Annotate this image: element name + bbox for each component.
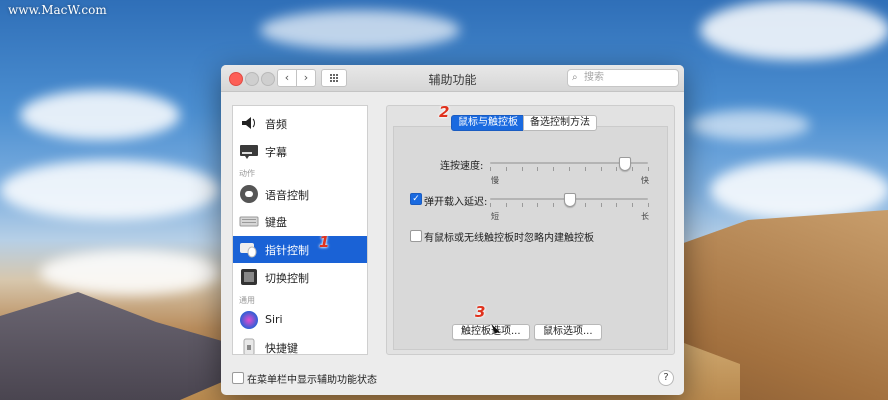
help-button[interactable]: ? [658, 370, 674, 386]
spring-loading-knob[interactable] [564, 193, 576, 207]
slider-tick [632, 203, 634, 207]
accessibility-window: ‹ › 辅助功能 ⌕ 搜索 音频 字幕 动作 语音控制 键盘 指针控制 切换控制… [221, 65, 684, 395]
speaker-icon [242, 117, 255, 129]
sidebar-item-label: 指针控制 [265, 244, 309, 257]
sidebar-item-pointer-control[interactable]: 指针控制 [233, 236, 367, 263]
double-click-speed-knob[interactable] [619, 157, 632, 171]
show-status-label: 在菜单栏中显示辅助功能状态 [247, 375, 377, 386]
sidebar-item-audio[interactable]: 音频 [233, 110, 367, 137]
sidebar-item-keyboard[interactable]: 键盘 [233, 208, 367, 235]
slider-tick [490, 167, 491, 171]
sidebar-item-voice-control[interactable]: 语音控制 [233, 181, 367, 208]
sidebar-item-shortcut[interactable]: 快捷键 [233, 334, 367, 355]
watermark: www.MacW.com [8, 3, 107, 17]
sidebar-item-captions[interactable]: 字幕 [233, 138, 367, 165]
search-field[interactable]: ⌕ 搜索 [567, 69, 679, 87]
sidebar-item-switch-control[interactable]: 切换控制 [233, 264, 367, 291]
short-label: 短 [491, 212, 499, 221]
keyboard-icon [239, 216, 259, 227]
slider-tick [553, 167, 555, 171]
ignore-trackpad-label: 有鼠标或无线触控板时忽略内建触控板 [424, 233, 594, 244]
sidebar-item-label: 快捷键 [265, 342, 298, 355]
siri-icon [240, 311, 258, 329]
checkmark-icon: ✓ [412, 194, 420, 204]
tab-alternate-control[interactable]: 备选控制方法 [523, 115, 597, 131]
shortcut-icon [243, 338, 255, 354]
step-marker-3: 3 [475, 303, 486, 321]
settings-box: 连按速度: 慢 快 ✓ 弹开载入延迟: 短 长 有鼠标或无线触控板时忽略内建触控… [393, 126, 668, 350]
step-marker-1: 1 [319, 233, 330, 251]
sidebar-item-label: 音频 [265, 118, 287, 131]
double-click-speed-label: 连按速度: [440, 161, 484, 172]
voice-control-icon [240, 185, 258, 203]
sidebar-item-label: 切换控制 [265, 272, 309, 285]
sidebar-item-label: Siri [265, 313, 283, 326]
spring-loading-label: 弹开载入延迟: [424, 197, 488, 208]
slider-tick [584, 167, 586, 171]
title-bar: ‹ › 辅助功能 ⌕ 搜索 [221, 65, 684, 92]
section-header-general: 通用 [239, 296, 255, 305]
show-status-checkbox[interactable] [232, 372, 244, 384]
slider-tick [505, 203, 507, 207]
long-label: 长 [641, 212, 649, 221]
sidebar-item-label: 字幕 [265, 146, 287, 159]
search-icon: ⌕ [572, 72, 578, 83]
slider-tick [521, 203, 523, 207]
trackpad-options-button[interactable]: 触控板选项... [452, 324, 530, 340]
slider-tick [632, 167, 634, 171]
slider-tick [648, 167, 649, 171]
slider-tick [616, 167, 618, 171]
slider-tick [600, 203, 602, 207]
search-placeholder: 搜索 [584, 72, 604, 83]
pointer-control-icon [240, 243, 257, 258]
tab-mouse-trackpad[interactable]: 鼠标与触控板 [451, 115, 525, 131]
slider-tick [505, 167, 507, 171]
slider-tick [490, 203, 491, 207]
section-header-motor: 动作 [239, 169, 255, 178]
sidebar-item-siri[interactable]: Siri [233, 307, 367, 334]
captions-icon [240, 145, 258, 159]
ignore-trackpad-checkbox[interactable] [410, 230, 422, 242]
slider-tick [521, 167, 523, 171]
slider-tick [537, 203, 539, 207]
mouse-options-button[interactable]: 鼠标选项... [534, 324, 602, 340]
settings-pane: 连按速度: 慢 快 ✓ 弹开载入延迟: 短 长 有鼠标或无线触控板时忽略内建触控… [386, 105, 675, 355]
step-marker-2: 2 [439, 103, 450, 121]
sidebar: 音频 字幕 动作 语音控制 键盘 指针控制 切换控制 通用 Siri 快捷键 [232, 105, 368, 355]
slider-tick [584, 203, 586, 207]
spring-loading-checkbox[interactable]: ✓ [410, 193, 422, 205]
slider-tick [553, 203, 555, 207]
slider-tick [569, 167, 570, 171]
slider-tick [600, 167, 602, 171]
slider-tick [537, 167, 539, 171]
sidebar-item-label: 语音控制 [265, 189, 309, 202]
slow-label: 慢 [491, 176, 499, 185]
switch-control-icon [241, 269, 257, 285]
sidebar-item-label: 键盘 [265, 216, 287, 229]
slider-tick [616, 203, 618, 207]
slider-tick [648, 203, 649, 207]
fast-label: 快 [641, 176, 649, 185]
